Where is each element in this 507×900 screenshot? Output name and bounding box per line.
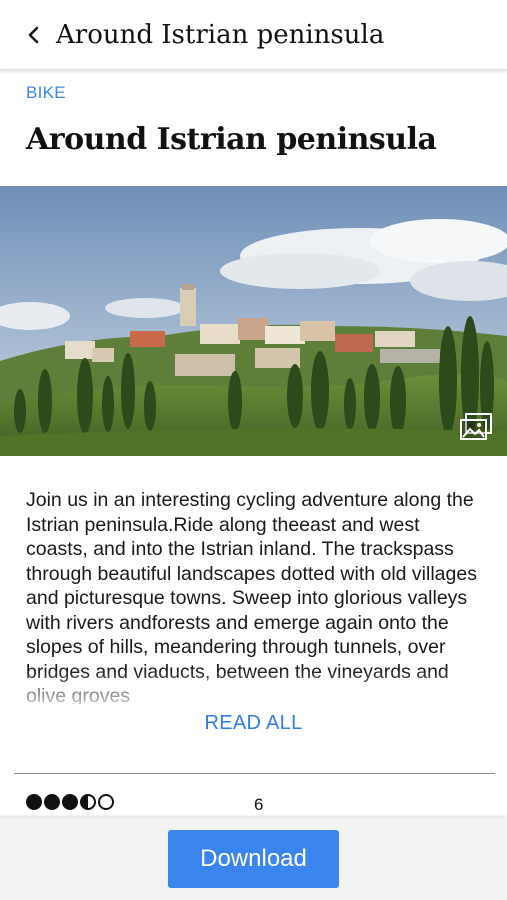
image-gallery-icon [460, 413, 492, 440]
rating-dots[interactable] [26, 794, 114, 810]
page-title: Around Istrian peninsula [26, 122, 437, 157]
divider [14, 773, 495, 774]
image-gallery-button[interactable] [459, 412, 493, 442]
description-fade [0, 670, 507, 710]
rating-dot-empty [98, 794, 114, 810]
chevron-left-icon [28, 26, 39, 43]
download-button[interactable]: Download [168, 830, 339, 888]
rating-dot-full [44, 794, 60, 810]
back-button[interactable] [12, 13, 56, 57]
read-all-button[interactable]: READ ALL [0, 712, 507, 735]
category-label[interactable]: BIKE [26, 83, 66, 103]
rating-dot-full [26, 794, 42, 810]
app-bar-title: Around Istrian peninsula [56, 19, 385, 50]
landscape-photo [0, 186, 507, 456]
rating-dot-full [62, 794, 78, 810]
hero-image[interactable] [0, 186, 507, 456]
rating-dot-half [80, 794, 96, 810]
app-bar: Around Istrian peninsula [0, 0, 507, 70]
rating-count: 6 [254, 795, 264, 814]
